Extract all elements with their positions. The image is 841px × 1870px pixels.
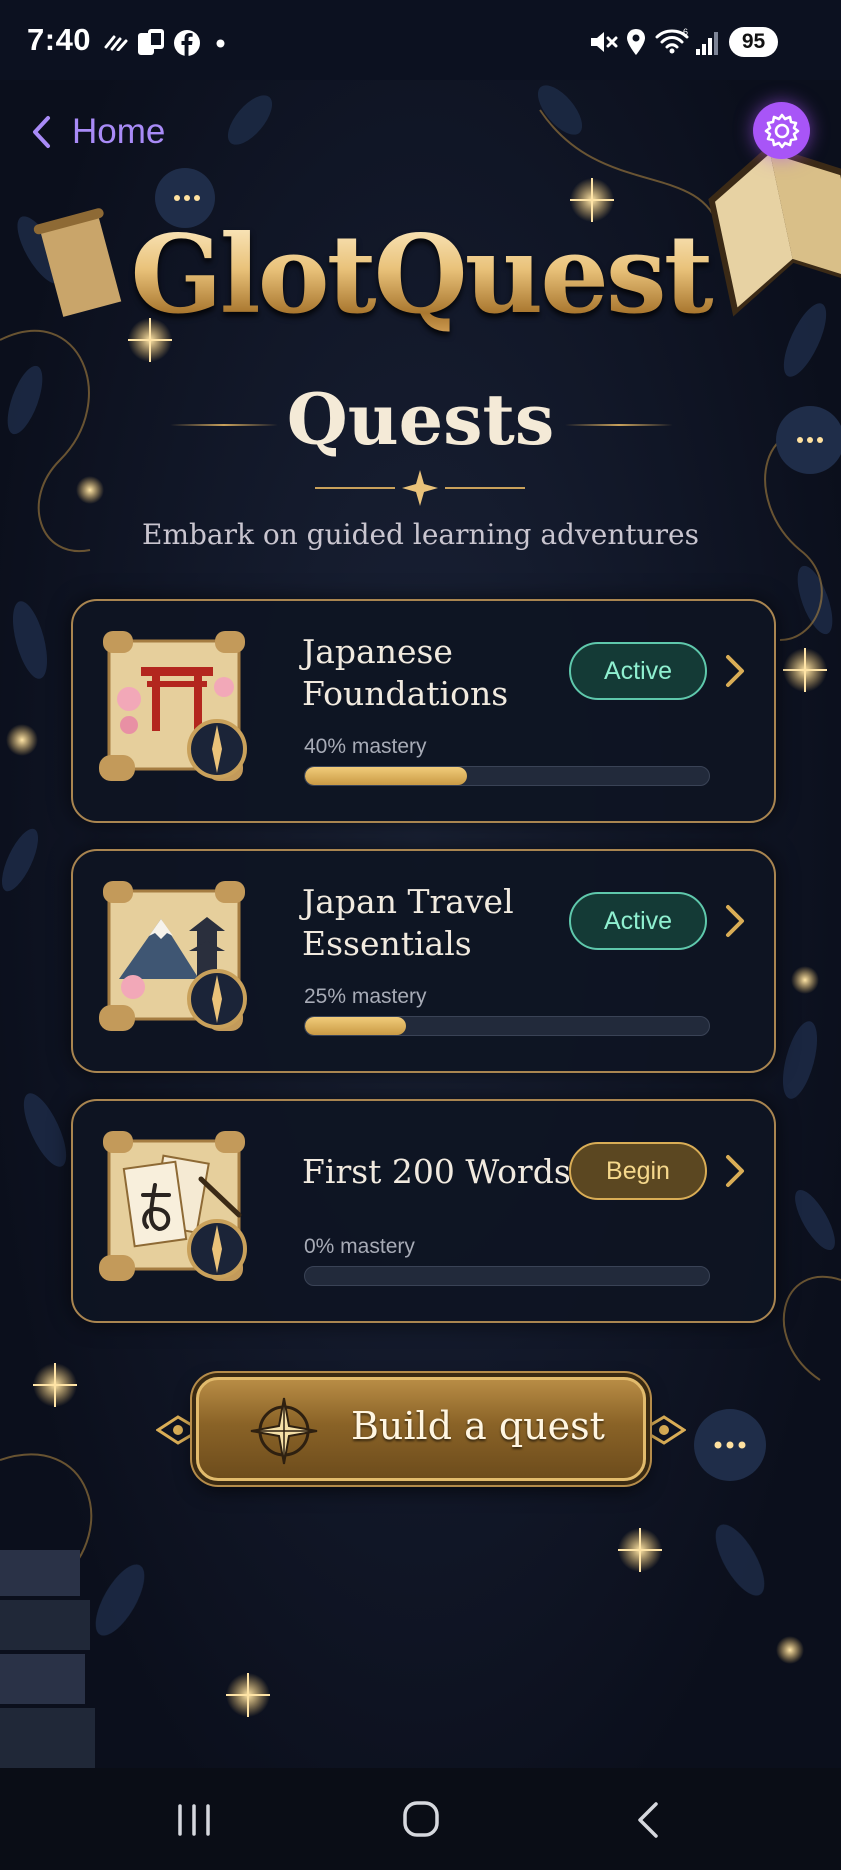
status-bar: 7:40 6 95 xyxy=(0,0,841,80)
mastery-progress-bar xyxy=(304,1266,710,1286)
mastery-progress-fill xyxy=(305,1017,406,1035)
status-time: 7:40 xyxy=(27,22,92,57)
chevron-right-icon[interactable] xyxy=(723,903,747,939)
quest-title-line1: Japanese xyxy=(302,632,453,671)
compass-rose-icon xyxy=(250,1397,318,1465)
quest-title-line2: Essentials xyxy=(302,924,472,963)
build-quest-button[interactable]: Build a quest xyxy=(196,1377,646,1481)
back-home-button[interactable]: Home xyxy=(30,108,165,156)
build-quest-label: Build a quest xyxy=(351,1404,605,1448)
status-badge-begin[interactable]: Begin xyxy=(569,1142,707,1200)
quest-title: Japan Travel Essentials xyxy=(302,881,562,965)
signal-icon xyxy=(696,32,718,55)
back-label: Home xyxy=(72,112,166,151)
app-logo: GlotQuest xyxy=(0,212,841,338)
mastery-label: 25% mastery xyxy=(304,985,427,1008)
hiragana-cards-scroll-icon xyxy=(99,1131,247,1281)
mastery-label: 40% mastery xyxy=(304,735,427,758)
quest-title-line1: First 200 Words xyxy=(302,1152,571,1191)
build-quest-container: Build a quest xyxy=(156,1371,686,1489)
home-icon[interactable] xyxy=(391,1792,451,1848)
page-subtitle: Embark on guided learning adventures xyxy=(142,518,699,551)
recent-apps-icon[interactable] xyxy=(164,1792,224,1848)
battery-indicator: 95 xyxy=(729,27,778,57)
quest-card-japan-travel-essentials[interactable]: Japan Travel Essentials Active 25% maste… xyxy=(71,849,776,1073)
status-badge-active[interactable]: Active xyxy=(569,642,707,700)
torii-scroll-icon xyxy=(99,631,247,781)
chevron-left-icon xyxy=(33,116,50,148)
gear-icon xyxy=(764,113,799,148)
quest-card-japanese-foundations[interactable]: Japanese Foundations Active 40% mastery xyxy=(71,599,776,823)
system-navigation-bar xyxy=(0,1768,841,1870)
quest-title: First 200 Words xyxy=(302,1151,602,1193)
quest-title: Japanese Foundations xyxy=(302,631,562,715)
location-icon xyxy=(627,29,645,55)
svg-text:6: 6 xyxy=(683,27,688,37)
page-title: Quests xyxy=(286,378,555,461)
mastery-progress-bar xyxy=(304,1016,710,1036)
quest-title-line2: Foundations xyxy=(302,674,509,713)
quest-title-line1: Japan Travel xyxy=(302,882,514,921)
mastery-label: 0% mastery xyxy=(304,1235,415,1258)
settings-button[interactable] xyxy=(753,102,810,159)
wifi-calling-icon xyxy=(104,35,128,51)
ornament-divider xyxy=(315,470,525,506)
notification-dot-icon xyxy=(216,39,225,48)
status-badge-active[interactable]: Active xyxy=(569,892,707,950)
back-icon[interactable] xyxy=(620,1792,680,1848)
chevron-right-icon[interactable] xyxy=(723,1153,747,1189)
app-screen: 7:40 6 95 Home GlotQuest Quests Embark o… xyxy=(0,0,841,1870)
chevron-right-icon[interactable] xyxy=(723,653,747,689)
mute-icon xyxy=(591,32,618,52)
phone-update-icon xyxy=(138,29,164,55)
mastery-progress-bar xyxy=(304,766,710,786)
wifi-icon: 6 xyxy=(655,27,689,54)
quest-card-first-200-words[interactable]: First 200 Words Begin 0% mastery xyxy=(71,1099,776,1323)
mastery-progress-fill xyxy=(305,767,467,785)
mount-fuji-scroll-icon xyxy=(99,881,247,1031)
facebook-icon xyxy=(174,30,200,56)
